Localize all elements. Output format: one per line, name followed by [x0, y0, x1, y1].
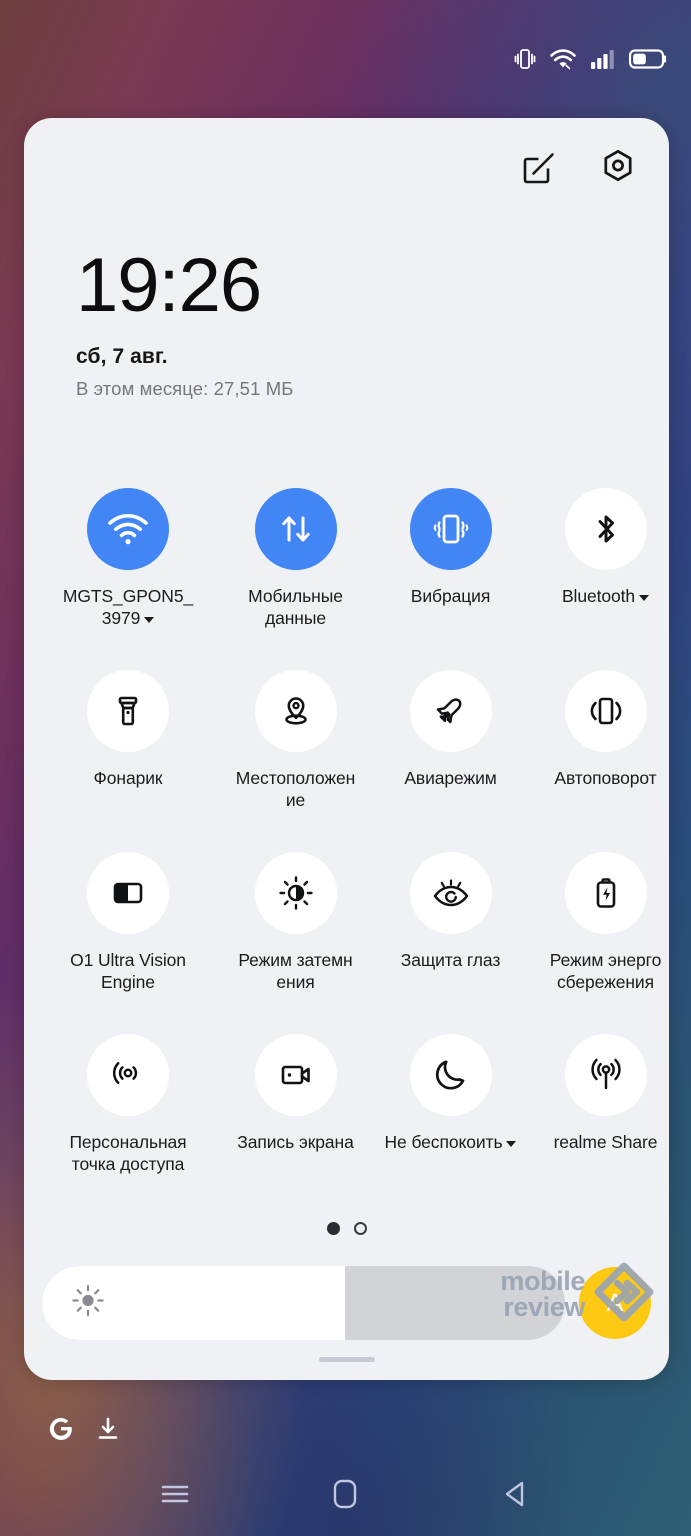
tile-location[interactable]: Местоположен ие [218, 670, 373, 852]
signal-bars-icon [590, 48, 616, 70]
wifi-icon [87, 488, 169, 570]
tile-bluetooth[interactable]: Bluetooth [528, 488, 669, 670]
tile-label: Защита глаз [400, 950, 501, 970]
tile-dark-mode[interactable]: Режим затемн ения [218, 852, 373, 1034]
brightness-slider[interactable] [42, 1266, 565, 1340]
page-dot-active[interactable] [326, 1222, 340, 1235]
tile-vibration[interactable]: Вибрация [373, 488, 528, 670]
edit-icon[interactable] [521, 148, 559, 191]
data-usage-text: В этом месяце: 27,51 МБ [76, 378, 294, 399]
share-broadcast-icon [564, 1034, 647, 1116]
screen-record-icon [254, 1034, 337, 1116]
split-screen-contrast-icon [87, 852, 169, 934]
google-g-icon[interactable] [48, 1416, 74, 1447]
auto-rotate-icon [564, 670, 647, 752]
auto-brightness-label: A [606, 1288, 624, 1317]
tile-eye-comfort[interactable]: Защита глаз [373, 852, 528, 1034]
settings-gear-icon[interactable] [599, 148, 637, 191]
battery-icon [629, 48, 667, 70]
chevron-down-icon[interactable] [506, 1141, 517, 1147]
tile-grid: MGTS_GPON5_ 3979 Мобильные данные Вибрац… [24, 488, 669, 1216]
tile-screen-record[interactable]: Запись экрана [218, 1034, 373, 1216]
eye-protect-icon [409, 852, 492, 934]
tile-do-not-disturb[interactable]: Не беспокоить [373, 1034, 528, 1216]
brightness-contrast-icon [254, 852, 337, 934]
phone-screen: 19:26 сб, 7 авг. В этом месяце: 27,51 МБ… [0, 0, 691, 1536]
tile-mobile-data[interactable]: Мобильные данные [218, 488, 373, 670]
tile-label: Bluetooth [528, 585, 669, 607]
back-icon[interactable] [481, 1459, 551, 1529]
tile-label: Авиарежим [404, 768, 497, 788]
airplane-icon [409, 670, 492, 752]
tile-hotspot[interactable]: Персональная точка доступа [38, 1034, 218, 1216]
auto-brightness-button[interactable]: A [579, 1267, 651, 1339]
tile-label: Режим энерго сбережения [549, 950, 662, 993]
clock-date: сб, 7 авг. [76, 345, 168, 368]
moon-icon [409, 1034, 492, 1116]
sun-icon [70, 1283, 106, 1324]
tile-label: Не беспокоить [373, 1131, 528, 1153]
tile-label: O1 Ultra Vision Engine [70, 950, 186, 993]
tile-flashlight[interactable]: Фонарик [38, 670, 218, 852]
tile-wifi[interactable]: MGTS_GPON5_ 3979 [38, 488, 218, 670]
battery-saver-icon [564, 852, 647, 934]
tile-label: Местоположен ие [235, 768, 356, 811]
home-shortcuts [48, 1416, 120, 1447]
page-indicator [24, 1222, 669, 1235]
home-icon[interactable] [310, 1459, 380, 1529]
bluetooth-icon [564, 488, 647, 570]
panel-actions [521, 148, 637, 191]
tile-label: Фонарик [93, 768, 163, 788]
mobile-data-icon [254, 488, 337, 570]
panel-drag-handle[interactable] [318, 1357, 375, 1362]
wifi-icon [549, 47, 577, 71]
tile-power-saving[interactable]: Режим энерго сбережения [528, 852, 669, 1034]
vibrate-icon [514, 46, 536, 72]
tile-label: realme Share [553, 1132, 658, 1152]
hotspot-icon [87, 1034, 169, 1116]
quick-settings-panel: 19:26 сб, 7 авг. В этом месяце: 27,51 МБ… [24, 118, 669, 1380]
brightness-row: A [42, 1266, 651, 1340]
navigation-bar [0, 1452, 691, 1536]
clock-time: 19:26 [76, 243, 262, 328]
tile-label: Режим затемн ения [238, 950, 353, 993]
tile-label: Запись экрана [237, 1132, 354, 1152]
tile-label: Вибрация [410, 586, 491, 606]
tile-realme-share[interactable]: realme Share [528, 1034, 669, 1216]
vibration-phone-icon [409, 488, 492, 570]
flashlight-icon [87, 670, 169, 752]
chevron-down-icon[interactable] [639, 595, 650, 601]
tile-airplane-mode[interactable]: Авиарежим [373, 670, 528, 852]
tile-o1-ultra-vision-engine[interactable]: O1 Ultra Vision Engine [38, 852, 218, 1034]
tile-label: Персональная точка доступа [69, 1132, 187, 1175]
tile-auto-rotate[interactable]: Автоповорот [528, 670, 669, 852]
download-icon[interactable] [96, 1416, 120, 1447]
location-pin-icon [254, 670, 337, 752]
clock-block: 19:26 сб, 7 авг. В этом месяце: 27,51 МБ [76, 248, 293, 400]
tile-label: Автоповорот [554, 768, 657, 788]
status-bar [0, 0, 691, 118]
page-dot-inactive[interactable] [353, 1222, 367, 1235]
chevron-down-icon[interactable] [144, 617, 155, 624]
recents-menu-icon[interactable] [140, 1459, 210, 1529]
tile-label: MGTS_GPON5_ 3979 [62, 586, 194, 629]
tile-label: Мобильные данные [248, 586, 343, 629]
